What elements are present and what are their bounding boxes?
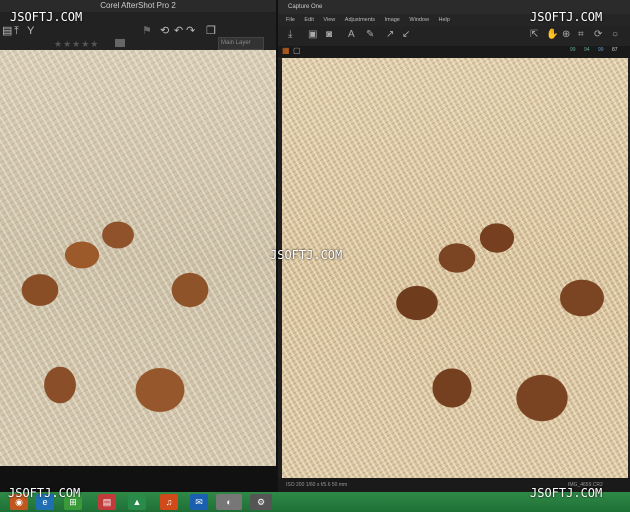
menu-file[interactable]: File <box>286 14 295 26</box>
photo-preview[interactable] <box>0 50 276 466</box>
watermark: JSOFTJ.COM <box>270 248 343 262</box>
channel-value: 99 <box>570 47 576 53</box>
app-icon[interactable]: ◐ <box>216 494 242 510</box>
rotate-left-icon[interactable]: ↶ <box>174 25 183 37</box>
menu-icon[interactable]: ▤ <box>2 25 12 37</box>
brush-icon[interactable]: ✎ <box>366 29 374 40</box>
layer-select[interactable]: Main Layer <box>218 37 264 50</box>
rotate-right-icon[interactable]: ↷ <box>186 25 195 37</box>
menu-adjustments[interactable]: Adjustments <box>345 14 375 26</box>
photo-viewer[interactable] <box>282 58 628 478</box>
menu-window[interactable]: Window <box>409 14 429 26</box>
text-icon[interactable]: A <box>348 29 355 40</box>
finance-icon[interactable]: ▲ <box>128 494 146 510</box>
exif-info: ISO 200 1/60 s f/5.6 50 mm <box>286 482 348 488</box>
capture-toolbar: ⤓ ▣ ◙ A ✎ ↗ ↙ ⇱ ✋ ⊕ ⌗ ⟳ ○ <box>278 26 630 46</box>
grid-view-icon[interactable]: ▦ <box>282 46 290 55</box>
capture-icon[interactable]: ◙ <box>326 29 332 40</box>
circle-icon[interactable]: ○ <box>612 29 618 40</box>
copy-icon[interactable]: ❐ <box>206 25 216 37</box>
menu-view[interactable]: View <box>323 14 335 26</box>
select-icon[interactable]: ⇱ <box>530 29 538 40</box>
sync-icon[interactable]: ⟲ <box>160 25 169 37</box>
capture-one-window: Capture One File Edit View Adjustments I… <box>278 0 630 492</box>
taskbar: ◉ e ⊞ ▤ ▲ ♫ ✉ ◐ ⚙ JSOFTJ.COM JSOFTJ.COM <box>0 486 630 512</box>
mail-icon[interactable]: ✉ <box>190 494 208 510</box>
music-icon[interactable]: ♫ <box>160 494 178 510</box>
news-icon[interactable]: ▤ <box>98 494 116 510</box>
arrow-in-icon[interactable]: ↙ <box>402 29 410 40</box>
watermark: JSOFTJ.COM <box>8 486 81 500</box>
watermark: JSOFTJ.COM <box>530 10 603 24</box>
menu-image[interactable]: Image <box>385 14 400 26</box>
single-view-icon[interactable]: ▢ <box>293 46 301 55</box>
camera-icon[interactable]: ▣ <box>308 29 317 40</box>
crop-icon[interactable]: ⌗ <box>578 29 584 40</box>
loupe-icon[interactable]: ⊕ <box>562 29 570 40</box>
watermark: JSOFTJ.COM <box>10 10 83 24</box>
channel-value: 99 <box>598 47 604 53</box>
rotate-icon[interactable]: ⟳ <box>594 29 602 40</box>
channel-value: 94 <box>584 47 590 53</box>
menu-edit[interactable]: Edit <box>304 14 313 26</box>
rating-stars[interactable]: ★★★★★ <box>54 39 99 50</box>
aftershot-window: Corel AfterShot Pro 2 ▤ ⤒ Y ★★★★★ ⚑ ⟲ ↶ … <box>0 0 276 466</box>
hand-icon[interactable]: ✋ <box>546 29 558 40</box>
import-icon[interactable]: ⤓ <box>288 29 292 40</box>
flag-icon[interactable]: ⚑ <box>142 25 152 37</box>
color-label-swatch[interactable] <box>115 39 125 47</box>
arrow-out-icon[interactable]: ↗ <box>386 29 394 40</box>
channel-value: 87 <box>612 47 618 53</box>
menu-help[interactable]: Help <box>439 14 450 26</box>
watermark: JSOFTJ.COM <box>530 486 603 500</box>
filter-icon[interactable]: Y <box>27 25 34 37</box>
arrow-up-icon[interactable]: ⤒ <box>14 25 19 37</box>
tools-icon[interactable]: ⚙ <box>250 494 272 510</box>
